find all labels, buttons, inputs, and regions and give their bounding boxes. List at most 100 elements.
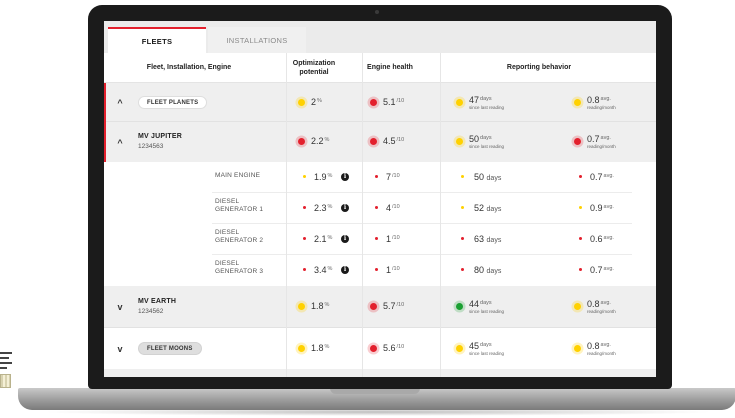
info-icon[interactable]: i <box>341 235 349 243</box>
engine-name: MAIN ENGINE <box>215 172 261 179</box>
row-fleet-moons[interactable]: v FLEET MOONS 1.8% 5.6/10 45days since l… <box>104 329 656 369</box>
chevron-up-icon[interactable]: ^ <box>115 98 125 108</box>
vessel-id: 1234563 <box>138 143 164 150</box>
health-value: 7/10 <box>386 172 400 182</box>
optimization-value: 3.4% <box>314 265 333 275</box>
status-dot-yellow <box>456 138 463 145</box>
status-dot-yellow <box>574 99 581 106</box>
status-dot-yellow <box>574 303 581 310</box>
status-dot-red <box>370 99 377 106</box>
days-value: 50 days <box>474 172 502 182</box>
tab-installations[interactable]: INSTALLATIONS <box>208 27 306 53</box>
days-value: 44days <box>469 299 492 309</box>
status-dot-red <box>370 303 377 310</box>
avg-value: 0.8avg. <box>587 299 611 309</box>
status-dot-yellow <box>298 303 305 310</box>
health-value: 5.6/10 <box>383 343 405 353</box>
avg-caption: reading/month <box>587 351 616 356</box>
avg-caption: reading/month <box>587 105 616 110</box>
status-dot-yellow <box>298 345 305 352</box>
status-dot-yellow <box>298 99 305 106</box>
status-dot-red <box>375 206 378 209</box>
laptop-base <box>18 388 735 410</box>
chevron-up-icon[interactable]: ^ <box>115 138 125 148</box>
status-dot-red <box>298 138 305 145</box>
status-dot-green <box>456 303 463 310</box>
status-dot-yellow <box>579 206 582 209</box>
avg-caption: reading/month <box>587 144 616 149</box>
status-dot-red <box>579 175 582 178</box>
stage: FLEETS INSTALLATIONS Fleet, Installation… <box>0 0 735 418</box>
status-dot-yellow <box>461 206 464 209</box>
optimization-value: 2.3% <box>314 203 333 213</box>
status-dot-red <box>375 237 378 240</box>
optimization-value: 1.8% <box>311 301 330 311</box>
engine-name: DIESEL GENERATOR 1 <box>215 198 264 213</box>
engine-row[interactable]: MAIN ENGINE 1.9% i 7/10 50 days 0.7avg. <box>104 162 656 192</box>
avg-value: 0.8avg. <box>587 341 611 351</box>
info-icon[interactable]: i <box>341 266 349 274</box>
health-value: 5.1/10 <box>383 97 405 107</box>
status-dot-red <box>303 268 306 271</box>
optimization-value: 2% <box>311 97 322 107</box>
engine-name: DIESEL GENERATOR 2 <box>215 229 264 244</box>
camera-icon <box>375 10 379 14</box>
status-dot-yellow <box>456 345 463 352</box>
avg-value: 0.7avg. <box>590 172 614 182</box>
chevron-down-icon[interactable]: v <box>115 302 125 312</box>
health-value: 5.7/10 <box>383 301 405 311</box>
health-value: 1/10 <box>386 234 400 244</box>
days-value: 45days <box>469 341 492 351</box>
avg-caption: reading/month <box>587 309 616 314</box>
app-screen: FLEETS INSTALLATIONS Fleet, Installation… <box>104 21 656 377</box>
tab-fleets[interactable]: FLEETS <box>108 27 206 53</box>
engine-row[interactable]: DIESEL GENERATOR 3 3.4% i 1/10 80 days 0… <box>104 255 656 285</box>
fleet-table: Fleet, Installation, Engine Optimization… <box>104 53 656 377</box>
days-value: 63 days <box>474 234 502 244</box>
fleet-badge: FLEET PLANETS <box>138 96 208 109</box>
status-dot-red <box>579 237 582 240</box>
days-caption: since last reading <box>469 144 505 149</box>
avg-value: 0.6avg. <box>590 234 614 244</box>
vessel-name: MV EARTH <box>138 298 177 305</box>
row-mv-jupiter[interactable]: ^ MV JUPITER 1234563 2.2% 4.5/10 50days … <box>104 122 656 162</box>
status-dot-red <box>375 175 378 178</box>
chevron-down-icon[interactable]: v <box>115 344 125 354</box>
table-header: Fleet, Installation, Engine Optimization… <box>104 53 656 83</box>
column-divider <box>362 53 363 377</box>
status-dot-yellow <box>461 175 464 178</box>
status-dot-yellow <box>456 99 463 106</box>
optimization-value: 2.1% <box>314 234 333 244</box>
document-icon <box>0 350 12 390</box>
column-header-optimization: Optimization potential <box>292 60 336 76</box>
row-fleet-planets[interactable]: ^ FLEET PLANETS 2% 5.1/10 47days since l… <box>104 83 656 122</box>
status-dot-yellow <box>303 175 306 178</box>
optimization-value: 2.2% <box>311 136 330 146</box>
optimization-value: 1.8% <box>311 343 330 353</box>
health-value: 4.5/10 <box>383 136 405 146</box>
optimization-value: 1.9% <box>314 172 333 182</box>
column-header-reporting: Reporting behavior <box>506 64 572 71</box>
column-divider <box>440 53 441 377</box>
info-icon[interactable]: i <box>341 204 349 212</box>
avg-value: 0.9avg. <box>590 203 614 213</box>
info-icon[interactable]: i <box>341 173 349 181</box>
row-mv-earth[interactable]: v MV EARTH 1234562 1.8% 5.7/10 44days si… <box>104 286 656 328</box>
status-dot-red <box>370 345 377 352</box>
table-footer <box>104 369 656 377</box>
fleet-badge: FLEET MOONS <box>138 342 202 355</box>
engine-row[interactable]: DIESEL GENERATOR 1 2.3% i 4/10 52 days 0… <box>104 193 656 223</box>
status-dot-red <box>574 138 581 145</box>
engine-row[interactable]: DIESEL GENERATOR 2 2.1% i 1/10 63 days 0… <box>104 224 656 254</box>
days-caption: since last reading <box>469 105 505 110</box>
days-value: 80 days <box>474 265 502 275</box>
status-dot-red <box>375 268 378 271</box>
status-dot-red <box>579 268 582 271</box>
engine-name: DIESEL GENERATOR 3 <box>215 260 264 275</box>
column-divider <box>286 53 287 377</box>
days-caption: since last reading <box>469 309 505 314</box>
health-value: 1/10 <box>386 265 400 275</box>
days-value: 52 days <box>474 203 502 213</box>
status-dot-red <box>303 206 306 209</box>
status-dot-red <box>461 268 464 271</box>
